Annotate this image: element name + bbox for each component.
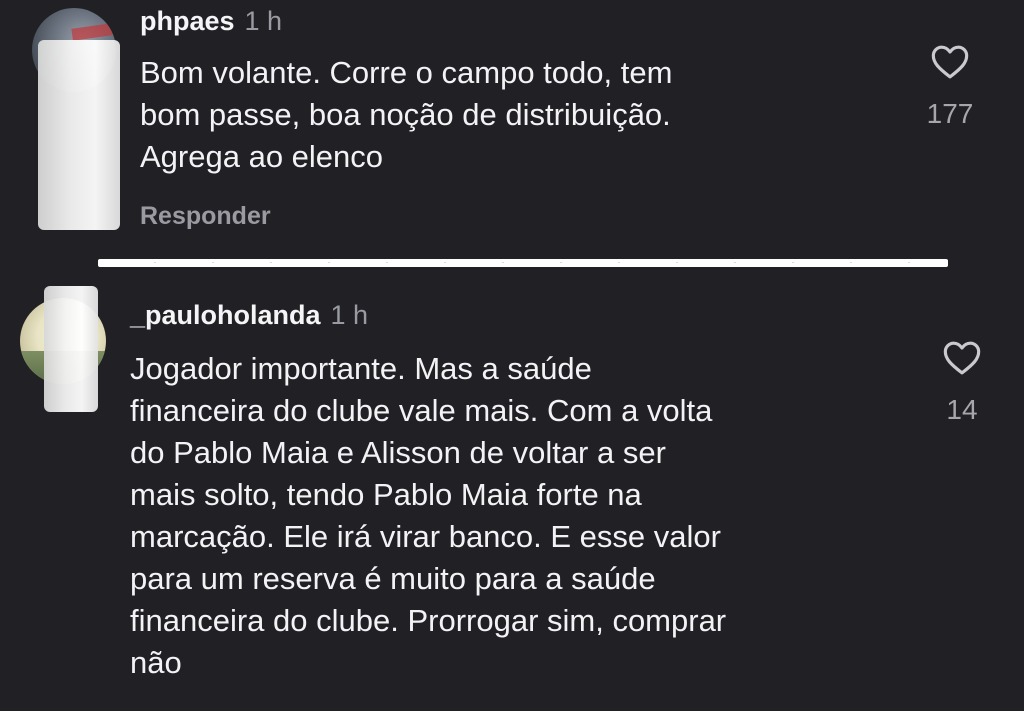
divider bbox=[98, 259, 948, 267]
comment-text: Bom volante. Corre o campo todo, tem bom… bbox=[140, 55, 673, 174]
comments-screen: phpaes 1 h Bom volante. Corre o campo tod… bbox=[0, 0, 1024, 711]
like-group: 177 bbox=[920, 42, 980, 130]
heart-outline-icon[interactable] bbox=[942, 338, 982, 376]
like-group: 14 bbox=[932, 338, 992, 426]
reply-button[interactable]: Responder bbox=[140, 202, 271, 231]
like-count: 14 bbox=[946, 394, 978, 425]
username-text[interactable]: phpaes bbox=[140, 6, 235, 36]
comment-username[interactable]: _pauloholanda 1 h bbox=[130, 300, 368, 331]
redaction-patch bbox=[38, 40, 120, 230]
avatar-detail bbox=[71, 23, 113, 41]
username-text[interactable]: _pauloholanda bbox=[130, 300, 321, 330]
comment-text: Jogador importante. Mas a saúde financei… bbox=[130, 351, 727, 680]
heart-outline-icon[interactable] bbox=[930, 42, 970, 80]
redaction-patch bbox=[44, 286, 98, 412]
comment-time: 1 h bbox=[244, 6, 283, 36]
comment-time: 1 h bbox=[330, 300, 369, 330]
comment-username[interactable]: phpaes 1 h bbox=[140, 6, 282, 37]
like-count: 177 bbox=[926, 98, 974, 129]
